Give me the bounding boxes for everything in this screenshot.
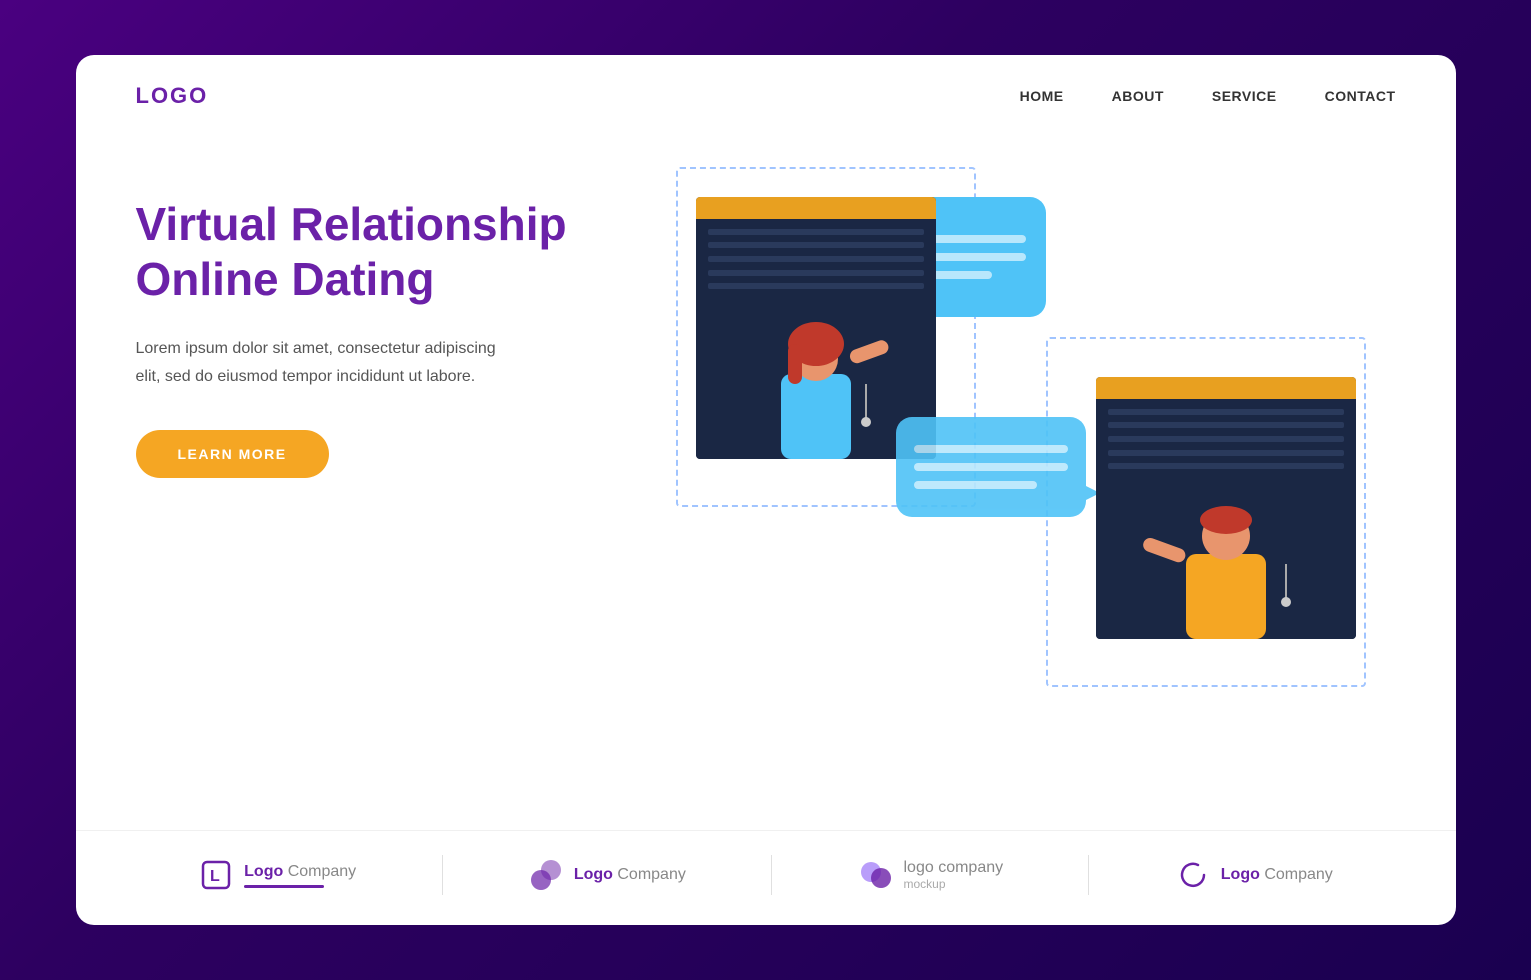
footer-logo-2: Logo Company	[528, 857, 686, 893]
window-bottom-2	[1096, 479, 1356, 639]
logo[interactable]: LOGO	[136, 83, 209, 109]
right-section	[616, 157, 1396, 830]
blind-slat	[708, 242, 924, 248]
nav-service[interactable]: SERVICE	[1212, 88, 1277, 104]
blind-slat	[708, 229, 924, 235]
footer-logo-4: Logo Company	[1175, 857, 1333, 893]
chat-line-5	[914, 463, 1068, 471]
page-card: LOGO HOME ABOUT SERVICE CONTACT Virtual …	[76, 55, 1456, 925]
footer-logo-icon-2	[528, 857, 564, 893]
blind-slat	[1108, 436, 1344, 442]
window-top-1	[696, 197, 936, 219]
svg-text:L: L	[210, 868, 220, 885]
window-woman	[696, 197, 936, 459]
chat-line-4	[914, 445, 1068, 453]
nav-home[interactable]: HOME	[1020, 88, 1064, 104]
nav: HOME ABOUT SERVICE CONTACT	[1020, 88, 1396, 104]
hero-description: Lorem ipsum dolor sit amet, consectetur …	[136, 335, 516, 389]
blind-slat	[708, 256, 924, 262]
footer-divider-2	[771, 855, 772, 895]
learn-more-button[interactable]: LEARN MORE	[136, 430, 329, 478]
footer-logo-name-4: Logo Company	[1221, 866, 1333, 884]
logo-underline-1	[244, 885, 324, 888]
window-blinds-2	[1096, 399, 1356, 479]
footer-logo-name-1: Logo Company	[244, 863, 356, 881]
footer-logo-name-3: logo company	[904, 859, 1004, 877]
chat-line-6	[914, 481, 1037, 489]
blind-slat	[708, 283, 924, 289]
blind-slat	[708, 270, 924, 276]
logo-1-icon: L	[201, 860, 231, 890]
man-illustration	[1136, 484, 1316, 639]
footer-logo-text-3: logo company mockup	[904, 859, 1004, 891]
window-top-2	[1096, 377, 1356, 399]
footer-logo-name-2: Logo Company	[574, 866, 686, 884]
blind-slat	[1108, 450, 1344, 456]
footer-logos: L Logo Company Logo Company	[76, 830, 1456, 925]
footer-logo-1: L Logo Company	[198, 857, 356, 893]
nav-contact[interactable]: CONTACT	[1325, 88, 1396, 104]
header: LOGO HOME ABOUT SERVICE CONTACT	[76, 55, 1456, 137]
footer-logo-sub-3: mockup	[904, 877, 1004, 891]
footer-logo-text-4: Logo Company	[1221, 866, 1333, 884]
woman-illustration	[736, 304, 896, 459]
main-content: Virtual Relationship Online Dating Lorem…	[76, 137, 1456, 830]
blind-slat	[1108, 422, 1344, 428]
chat-bubble-man	[896, 417, 1086, 517]
window-man	[1096, 377, 1356, 639]
footer-logo-text-2: Logo Company	[574, 866, 686, 884]
blind-slat	[1108, 463, 1344, 469]
hero-title: Virtual Relationship Online Dating	[136, 197, 616, 307]
footer-logo-icon-4	[1175, 857, 1211, 893]
window-frame-2	[1096, 377, 1356, 639]
footer-logo-text-1: Logo Company	[244, 863, 356, 888]
footer-divider-3	[1088, 855, 1089, 895]
window-blinds-1	[696, 219, 936, 299]
nav-about[interactable]: ABOUT	[1112, 88, 1164, 104]
logo-2-icon	[529, 858, 563, 892]
footer-logo-icon-3	[858, 857, 894, 893]
blind-slat	[1108, 409, 1344, 415]
footer-divider-1	[442, 855, 443, 895]
logo-4-icon	[1176, 858, 1210, 892]
window-frame-1	[696, 197, 936, 459]
footer-logo-icon-1: L	[198, 857, 234, 893]
footer-logo-3: logo company mockup	[858, 857, 1004, 893]
left-section: Virtual Relationship Online Dating Lorem…	[136, 157, 616, 830]
logo-3-icon	[859, 858, 893, 892]
